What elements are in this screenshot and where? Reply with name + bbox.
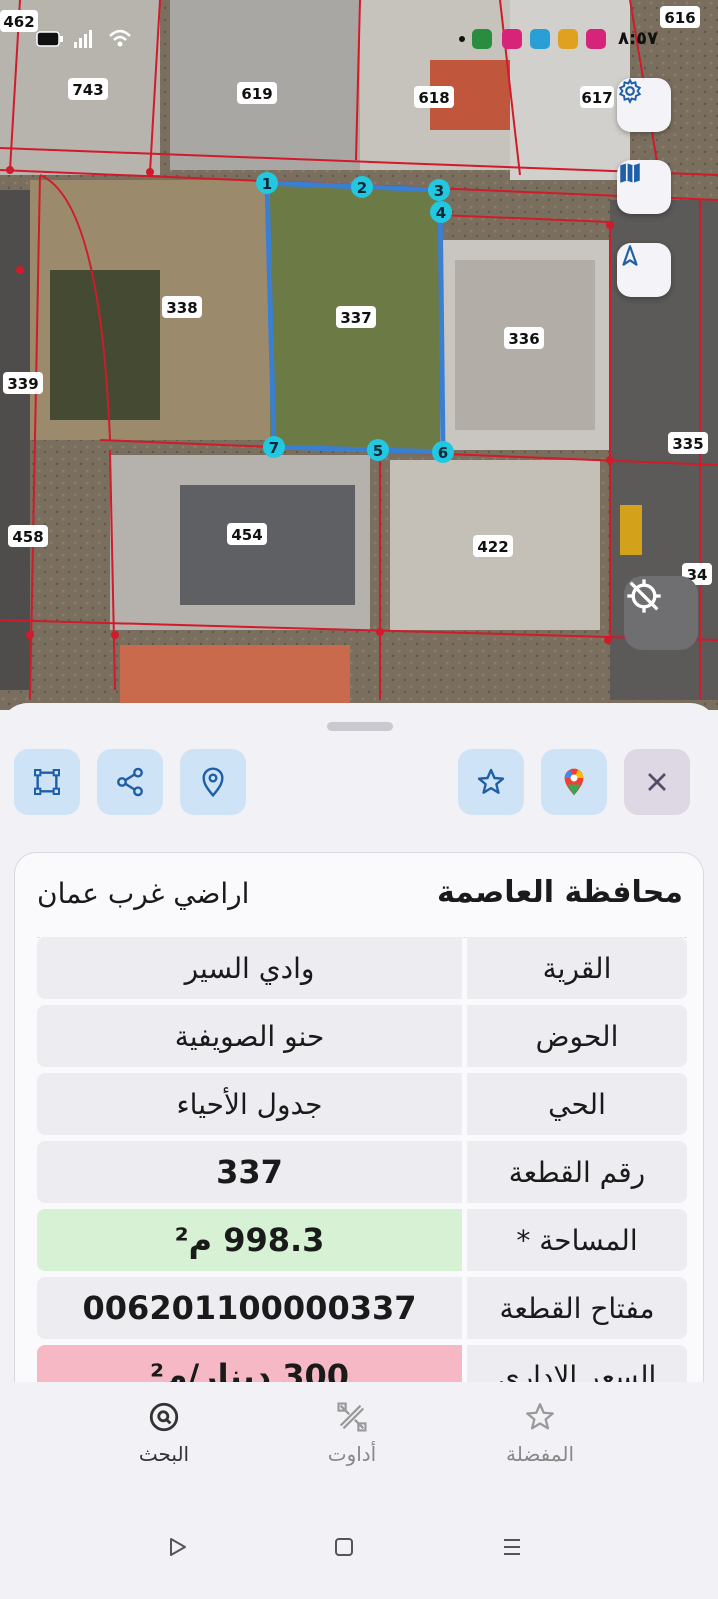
parcel-label: 339: [7, 375, 38, 393]
star-icon: [477, 768, 505, 794]
close-icon: [648, 773, 666, 791]
map-layers-button[interactable]: [617, 160, 671, 214]
tools-icon: [337, 1402, 367, 1432]
village-key: القرية: [467, 937, 687, 999]
area-value: 998.3 م²: [37, 1209, 462, 1271]
map-icon: [620, 163, 640, 183]
parcel-label: 337: [340, 309, 371, 327]
google-maps-icon: [564, 768, 584, 796]
parcel-label: 743: [72, 81, 103, 99]
row-area: 998.3 م² المساحة *: [37, 1209, 687, 1271]
nav-tools-label: أداوت: [327, 1442, 377, 1466]
governorate-label: محافظة العاصمة: [436, 875, 683, 910]
status-bar: ٨:٥٧: [0, 0, 718, 80]
gear-icon: [618, 78, 642, 104]
polygon-button[interactable]: [14, 749, 80, 815]
vertex-label: 6: [438, 444, 448, 462]
basin-value: حنو الصويفية: [37, 1005, 462, 1067]
parcel-label: 338: [166, 299, 197, 317]
home-button[interactable]: [324, 1527, 364, 1567]
back-button[interactable]: [158, 1527, 198, 1567]
parcel-label: 617: [581, 89, 612, 107]
parcel-label: 458: [12, 528, 43, 546]
favorite-button[interactable]: [458, 749, 524, 815]
navigation-arrow-icon: [622, 245, 638, 266]
parcel-label: 454: [231, 526, 262, 544]
vertex-label: 1: [262, 175, 272, 193]
polygon-icon: [34, 769, 60, 795]
parcel-number-value: 337: [37, 1141, 462, 1203]
nav-favorites-label: المفضلة: [505, 1442, 575, 1466]
parcel-key-key: مفتاح القطعة: [467, 1277, 687, 1339]
recents-lines-icon: [504, 1539, 520, 1555]
system-navigation-bar: [0, 1499, 718, 1599]
vertex-label: 7: [269, 439, 279, 457]
star-outline-icon: [526, 1403, 554, 1430]
status-time: ٨:٥٧: [618, 28, 659, 49]
vertex-label: 5: [373, 442, 383, 460]
search-icon: [149, 1402, 179, 1432]
nav-tools[interactable]: أداوت: [282, 1400, 422, 1466]
vertex-label: 2: [357, 179, 367, 197]
nav-search-label: البحث: [138, 1442, 190, 1466]
card-header: محافظة العاصمة اراضي غرب عمان: [15, 853, 703, 937]
parcel-label: 618: [418, 89, 449, 107]
neighborhood-key: الحي: [467, 1073, 687, 1135]
row-neighborhood: جدول الأحياء الحي: [37, 1073, 687, 1135]
satellite-map[interactable]: 1 2 3 4 5 6 7 462 743 619 618 617 616 33…: [0, 0, 718, 710]
basin-key: الحوض: [467, 1005, 687, 1067]
location-off-icon: [627, 579, 661, 613]
close-button[interactable]: [624, 749, 690, 815]
parcel-label: 336: [508, 330, 539, 348]
parcel-label: 422: [477, 538, 508, 556]
google-maps-button[interactable]: [541, 749, 607, 815]
village-value: وادي السير: [37, 937, 462, 999]
nav-favorites[interactable]: المفضلة: [470, 1400, 610, 1466]
neighborhood-value: جدول الأحياء: [37, 1073, 462, 1135]
row-basin: حنو الصويفية الحوض: [37, 1005, 687, 1067]
nav-search[interactable]: البحث: [94, 1400, 234, 1466]
row-parcel-key: 006201100000337 مفتاح القطعة: [37, 1277, 687, 1339]
share-button[interactable]: [97, 749, 163, 815]
share-icon: [117, 767, 143, 797]
parcel-info-card: محافظة العاصمة اراضي غرب عمان وادي السير…: [14, 852, 704, 1414]
compass-button[interactable]: [617, 243, 671, 297]
sheet-drag-handle[interactable]: [327, 722, 393, 731]
parcel-label: 335: [672, 435, 703, 453]
row-parcel-number: 337 رقم القطعة: [37, 1141, 687, 1203]
vertex-label: 4: [436, 204, 446, 222]
back-triangle-icon: [170, 1538, 186, 1556]
area-key: المساحة *: [467, 1209, 687, 1271]
location-pin-icon: [202, 767, 224, 798]
pin-location-button[interactable]: [180, 749, 246, 815]
bottom-navigation: المفضلة أداوت البحث: [0, 1382, 718, 1499]
parcel-label: 619: [241, 85, 272, 103]
row-village: وادي السير القرية: [37, 937, 687, 999]
my-location-button[interactable]: [624, 576, 698, 650]
home-square-icon: [335, 1538, 353, 1556]
recents-button[interactable]: [492, 1527, 532, 1567]
region-label: اراضي غرب عمان: [37, 877, 250, 910]
vertex-label: 3: [434, 182, 444, 200]
parcel-key-value: 006201100000337: [37, 1277, 462, 1339]
parcel-number-key: رقم القطعة: [467, 1141, 687, 1203]
settings-button[interactable]: [617, 78, 671, 132]
